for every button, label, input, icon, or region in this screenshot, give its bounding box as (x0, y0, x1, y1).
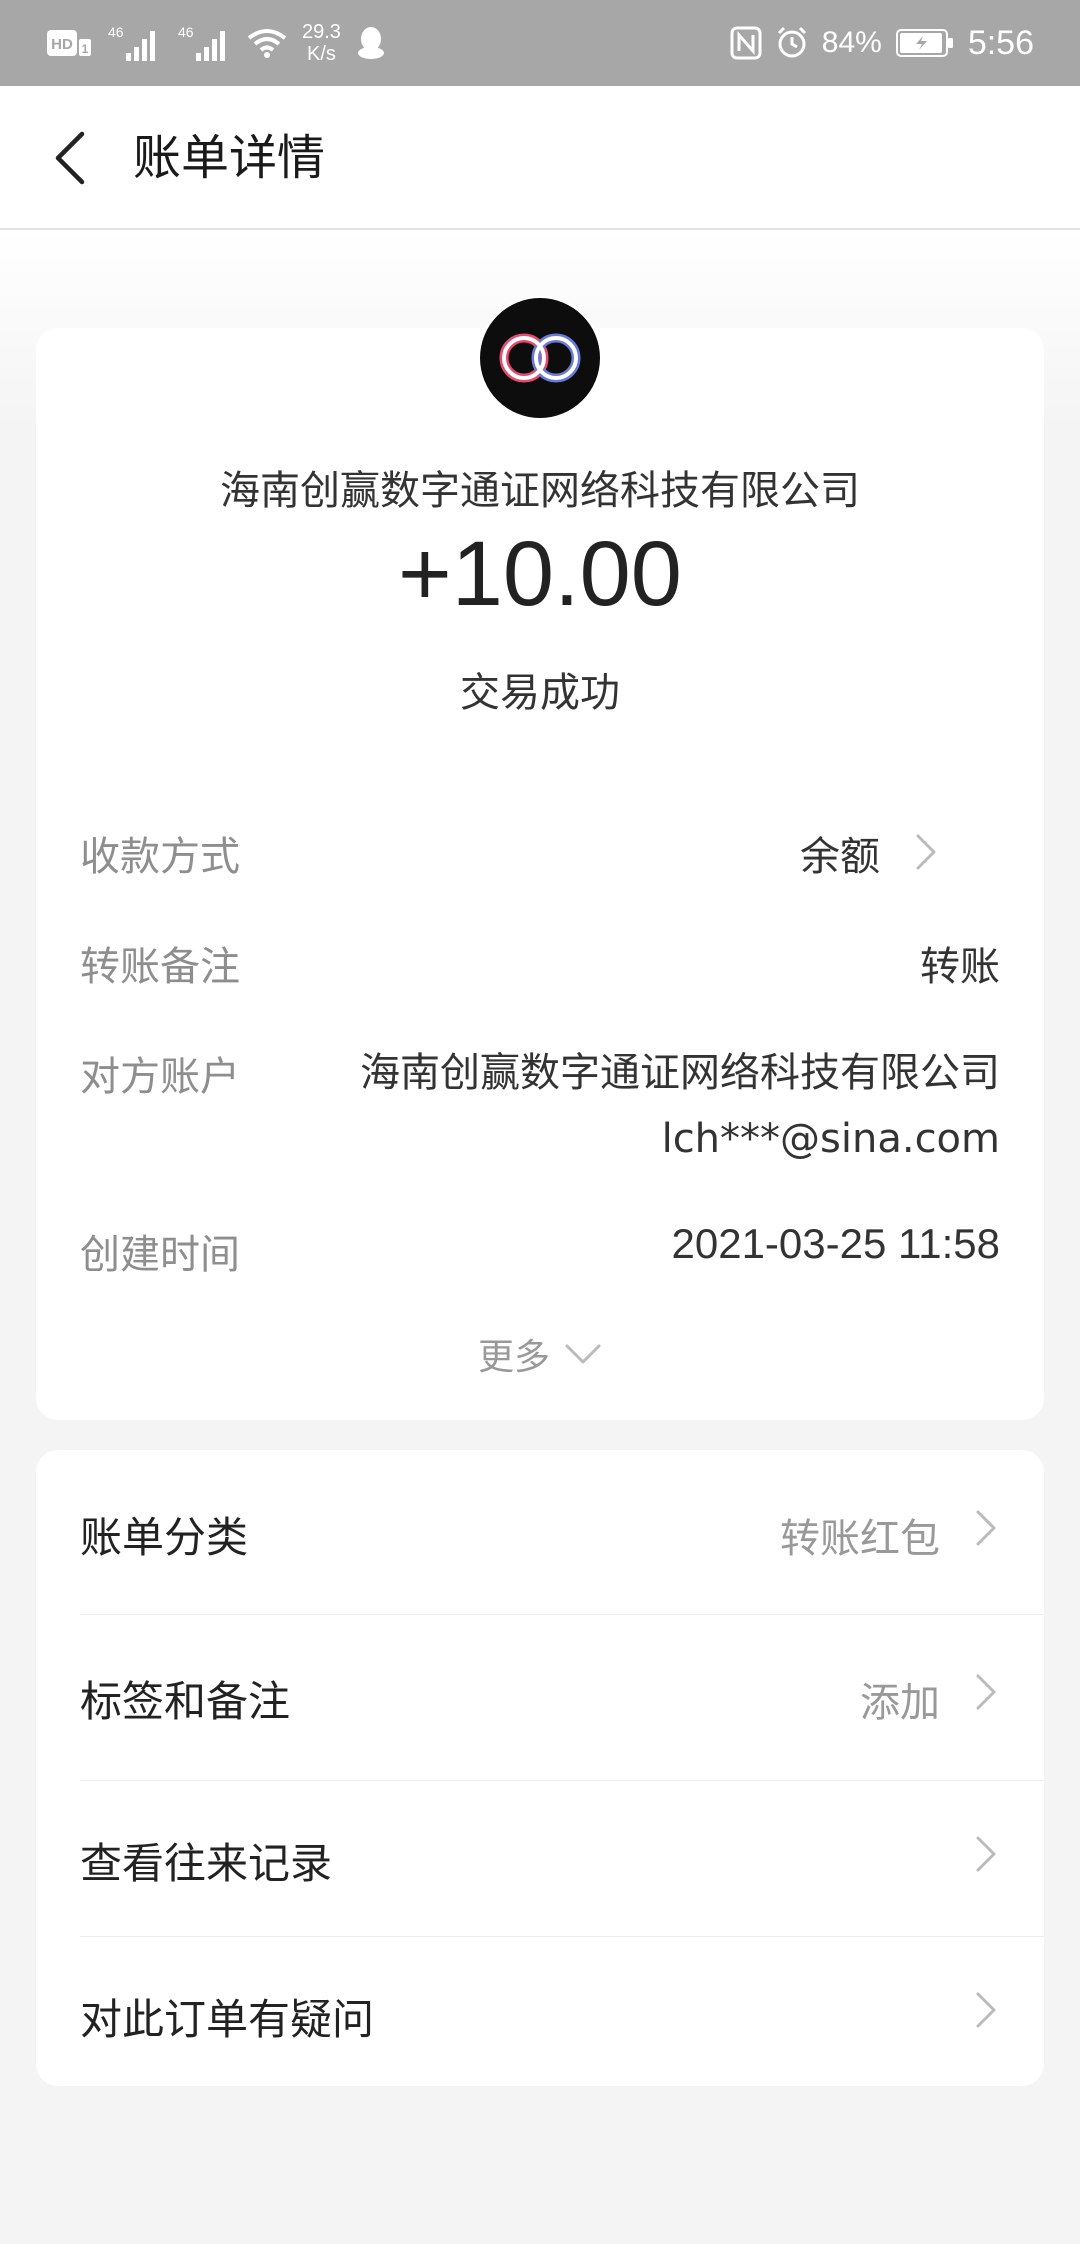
svg-text:HD: HD (51, 36, 73, 53)
network-speed-value: 29.3 (302, 21, 341, 43)
signal-2-icon: 46 (176, 23, 232, 63)
history-row[interactable]: 查看往来记录 (36, 1782, 1044, 1942)
merchant-avatar (478, 296, 602, 420)
remark-value: 转账 (920, 944, 1000, 990)
question-row[interactable]: 对此订单有疑问 (36, 1938, 1044, 2098)
chevron-right-icon (916, 834, 936, 870)
signal-1-icon: 46 (106, 23, 162, 63)
history-label: 查看往来记录 (80, 1839, 333, 1888)
hd-icon: HD 1 (46, 27, 92, 59)
alarm-icon (776, 26, 808, 60)
tag-remark-row[interactable]: 标签和备注 添加 (36, 1616, 1044, 1776)
transaction-status: 交易成功 (460, 670, 620, 716)
chevron-left-icon (55, 131, 85, 185)
wifi-icon (246, 26, 288, 60)
remark-label: 转账备注 (80, 944, 240, 990)
chevron-right-icon (976, 1510, 996, 1546)
network-speed: 29.3 K/s (302, 21, 341, 65)
payment-method-value: 余额 (800, 834, 880, 880)
svg-text:46: 46 (178, 24, 194, 40)
app-header: 账单详情 (0, 86, 1080, 230)
create-time-label: 创建时间 (80, 1232, 240, 1278)
create-time-value: 2021-03-25 11:58 (671, 1220, 1001, 1267)
payment-method-label: 收款方式 (80, 834, 240, 880)
chevron-right-icon (976, 1674, 996, 1710)
svg-text:46: 46 (108, 24, 124, 40)
battery-percent: 84% (821, 26, 882, 59)
divider (80, 1614, 1044, 1615)
nfc-icon (730, 26, 762, 60)
clock: 5:56 (967, 23, 1034, 62)
network-speed-unit: K/s (307, 43, 336, 65)
transaction-amount: +10.00 (398, 523, 682, 625)
qq-icon (355, 25, 387, 61)
more-label: 更多 (477, 1337, 550, 1378)
bill-category-label: 账单分类 (80, 1513, 249, 1562)
account-label: 对方账户 (80, 1054, 240, 1100)
chevron-down-icon (565, 1344, 601, 1364)
chevron-right-icon (976, 1836, 996, 1872)
svg-text:1: 1 (82, 42, 89, 56)
status-bar-left: HD 1 46 46 29.3 K/s (46, 21, 387, 65)
bill-category-value: 转账红包 (780, 1516, 940, 1562)
divider (80, 1936, 1044, 1937)
status-bar-right: 84% 5:56 (730, 24, 1034, 63)
question-label: 对此订单有疑问 (80, 1995, 375, 2044)
merchant-logo-icon (480, 298, 600, 418)
chevron-right-icon (976, 1992, 996, 2028)
page-title: 账单详情 (133, 130, 326, 186)
tag-remark-value: 添加 (860, 1680, 940, 1726)
more-button[interactable]: 更多 (0, 1328, 1080, 1380)
merchant-name: 海南创赢数字通证网络科技有限公司 (220, 468, 860, 514)
divider (80, 1780, 1044, 1781)
battery-icon (895, 28, 954, 58)
payment-method-row[interactable]: 余额 (700, 810, 1020, 890)
tag-remark-label: 标签和备注 (80, 1677, 291, 1726)
status-bar: HD 1 46 46 29.3 K/s 84% 5:56 (0, 0, 1080, 86)
bill-category-row[interactable]: 账单分类 转账红包 (36, 1450, 1044, 1610)
back-button[interactable] (44, 128, 94, 188)
account-value: 海南创赢数字通证网络科技有限公司 lch***@sina.com (360, 1050, 1000, 1162)
